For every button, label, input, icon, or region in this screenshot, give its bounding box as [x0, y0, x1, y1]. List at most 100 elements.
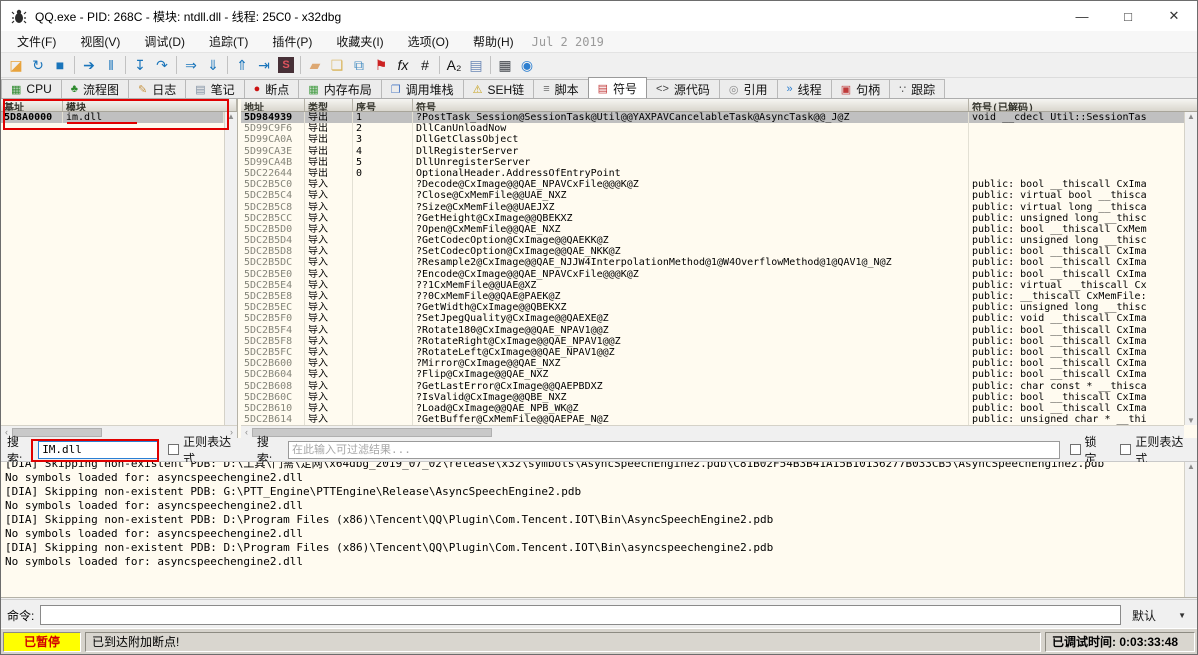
- step-over-icon[interactable]: ↷: [151, 55, 173, 75]
- minimize-button[interactable]: —: [1059, 1, 1105, 31]
- symbol-row[interactable]: 5DC2B5EC导入?GetWidth@CxImage@@QBEKXZpubli…: [241, 302, 1184, 313]
- scroll-left-icon[interactable]: ‹: [245, 427, 248, 437]
- menu-item-追踪T[interactable]: 追踪(T): [197, 32, 260, 52]
- symbol-row[interactable]: 5D99CA4B导出5DllUnregisterServer: [241, 157, 1184, 168]
- tab-SEH链[interactable]: ⚠SEH链: [463, 79, 535, 98]
- symbol-row[interactable]: 5DC2B5CC导入?GetHeight@CxImage@@QBEKXZpubl…: [241, 213, 1184, 224]
- tab-引用[interactable]: ◎引用: [719, 79, 778, 98]
- bookmark-icon[interactable]: ⚑: [370, 55, 392, 75]
- tab-CPU[interactable]: ▦CPU: [1, 79, 62, 98]
- symbols-col-address[interactable]: 地址: [241, 99, 305, 111]
- command-input[interactable]: [40, 605, 1121, 625]
- symbol-row[interactable]: 5DC2B5F4导入?Rotate180@CxImage@@QAE_NPAV1@…: [241, 325, 1184, 336]
- symbol-row[interactable]: 5DC2B600导入?Mirror@CxImage@@QAE_NXZpublic…: [241, 358, 1184, 369]
- symbol-row[interactable]: 5DC2B5FC导入?RotateLeft@CxImage@@QAE_NPAV1…: [241, 347, 1184, 358]
- symbol-row[interactable]: 5DC2B614导入?GetBuffer@CxMemFile@@QAEPAE_N…: [241, 414, 1184, 425]
- tab-句柄[interactable]: ▣句柄: [831, 79, 890, 98]
- step-into-icon[interactable]: ↧: [129, 55, 151, 75]
- symbol-decorated: public: unsigned long __thisc: [969, 235, 1184, 246]
- modules-col-module[interactable]: 模块: [63, 99, 237, 111]
- stop-icon[interactable]: ■: [49, 55, 71, 75]
- symbols-col-ordinal[interactable]: 序号: [353, 99, 413, 111]
- menu-item-视图V[interactable]: 视图(V): [68, 32, 132, 52]
- symbol-row[interactable]: 5DC2B610导入?Load@CxImage@@QAE_NPB_WK@Zpub…: [241, 403, 1184, 414]
- modules-icon[interactable]: ▤: [465, 55, 487, 75]
- search-input[interactable]: [38, 441, 158, 459]
- symbol-row[interactable]: 5DC2B5C0导入?Decode@CxImage@@QAE_NPAVCxFil…: [241, 179, 1184, 190]
- modules-vscrollbar[interactable]: ▲: [224, 112, 237, 425]
- symbol-row[interactable]: 5DC2B5D0导入?Open@CxMemFile@@QAE_NXZpublic…: [241, 224, 1184, 235]
- menu-item-调试D[interactable]: 调试(D): [132, 32, 197, 52]
- symbol-row[interactable]: 5DC2B5C4导入?Close@CxMemFile@@UAE_NXZpubli…: [241, 190, 1184, 201]
- symbol-row[interactable]: 5DC2B5D4导入?GetCodecOption@CxImage@@QAEKK…: [241, 235, 1184, 246]
- symbol-row[interactable]: 5D99C9F6导出2DllCanUnloadNow: [241, 123, 1184, 134]
- symbol-row[interactable]: 5D99CA3E导出4DllRegisterServer: [241, 146, 1184, 157]
- close-button[interactable]: ✕: [1151, 1, 1197, 31]
- menu-item-文件F[interactable]: 文件(F): [5, 32, 68, 52]
- scroll-thumb[interactable]: [252, 428, 492, 437]
- pause-icon[interactable]: ‖: [100, 55, 122, 75]
- symbol-row[interactable]: 5DC2B60C导入?IsValid@CxImage@@QBE_NXZpubli…: [241, 392, 1184, 403]
- run-to-user-code-icon[interactable]: ⇥: [253, 55, 275, 75]
- tab-笔记[interactable]: ▤笔记: [185, 79, 244, 98]
- module-row[interactable]: 5D8A0000im.dll: [1, 112, 224, 123]
- hash-icon[interactable]: #: [414, 55, 436, 75]
- tab-内存布局[interactable]: ▦内存布局: [298, 79, 381, 98]
- tab-符号[interactable]: ▤符号: [588, 77, 647, 98]
- symbol-row[interactable]: 5DC2B5D8导入?SetCodecOption@CxImage@@QAE_N…: [241, 246, 1184, 257]
- lock-checkbox[interactable]: [1070, 444, 1081, 455]
- run-icon[interactable]: ➔: [78, 55, 100, 75]
- symbol-row[interactable]: 5DC2B608导入?GetLastError@CxImage@@QAEPBDX…: [241, 381, 1184, 392]
- log-output[interactable]: [DIA] Skipping non-existent PDB: D:\工具\门…: [1, 462, 1197, 598]
- symbol-row[interactable]: 5DC2B5DC导入?Resample2@CxImage@@QAE_NJJW4I…: [241, 257, 1184, 268]
- menu-item-插件P[interactable]: 插件(P): [260, 32, 324, 52]
- tab-源代码[interactable]: <>源代码: [646, 79, 720, 98]
- label-icon[interactable]: ⧉: [348, 55, 370, 75]
- tab-日志[interactable]: ✎日志: [128, 79, 186, 98]
- patch-icon[interactable]: ▰: [304, 55, 326, 75]
- step-out-icon[interactable]: ⇑: [231, 55, 253, 75]
- symbols-col-symbol[interactable]: 符号: [413, 99, 969, 111]
- menu-item-收藏夹I[interactable]: 收藏夹(I): [324, 32, 395, 52]
- strings-icon[interactable]: A₂: [443, 55, 465, 75]
- maximize-button[interactable]: □: [1105, 1, 1151, 31]
- symbols-col-type[interactable]: 类型: [305, 99, 353, 111]
- globe-icon[interactable]: ◉: [516, 55, 538, 75]
- tab-跟踪[interactable]: ∵跟踪: [889, 79, 945, 98]
- tab-调用堆栈[interactable]: ❐调用堆栈: [381, 79, 464, 98]
- symbol-row[interactable]: 5D984939导出1?PostTask_Session@SessionTask…: [241, 112, 1184, 123]
- symbol-row[interactable]: 5DC2B5C8导入?Size@CxMemFile@@UAEJXZpublic:…: [241, 202, 1184, 213]
- symbol-row[interactable]: 5DC2B604导入?Flip@CxImage@@QAE_NXZpublic: …: [241, 369, 1184, 380]
- symbol-row[interactable]: 5DC2B5E8导入??0CxMemFile@@QAE@PAEK@Zpublic…: [241, 291, 1184, 302]
- symbol-row[interactable]: 5DC2B5E4导入??1CxMemFile@@UAE@XZpublic: vi…: [241, 280, 1184, 291]
- restart-icon[interactable]: ↻: [27, 55, 49, 75]
- run-to-cursor-icon[interactable]: ⇒: [180, 55, 202, 75]
- symbol-row[interactable]: 5D99CA0A导出3DllGetClassObject: [241, 134, 1184, 145]
- open-file-icon[interactable]: ◪: [5, 55, 27, 75]
- log-vscrollbar[interactable]: ▲: [1184, 462, 1197, 598]
- menu-item-帮助H[interactable]: 帮助(H): [461, 32, 526, 52]
- calculator-icon[interactable]: ▦: [494, 55, 516, 75]
- symbol-row[interactable]: 5DC2B5F8导入?RotateRight@CxImage@@QAE_NPAV…: [241, 336, 1184, 347]
- symbols-vscrollbar[interactable]: ▲▼: [1184, 112, 1197, 425]
- tab-流程图[interactable]: ♣流程图: [61, 79, 129, 98]
- symbol-row[interactable]: 5DC2B5E0导入?Encode@CxImage@@QAE_NPAVCxFil…: [241, 269, 1184, 280]
- comment-icon[interactable]: ❏: [326, 55, 348, 75]
- symbols-col-decorated[interactable]: 符号(已解码): [969, 99, 1197, 111]
- symbol-row[interactable]: 5DC2B5F0导入?SetJpegQuality@CxImage@@QAEXE…: [241, 313, 1184, 324]
- seh-chain-icon[interactable]: S: [278, 57, 294, 73]
- command-profile-dropdown[interactable]: 默认 ▼: [1127, 605, 1191, 625]
- symbols-hscrollbar[interactable]: ‹: [241, 425, 1184, 438]
- regex2-checkbox[interactable]: [1120, 444, 1131, 455]
- symbol-row[interactable]: 5DC22644导出0OptionalHeader.AddressOfEntry…: [241, 168, 1184, 179]
- tab-线程[interactable]: »线程: [777, 79, 832, 98]
- tab-脚本[interactable]: ≡脚本: [533, 79, 588, 98]
- regex-checkbox[interactable]: [168, 444, 179, 455]
- symbol-decorated: public: unsigned char * __thi: [969, 414, 1184, 425]
- function-icon[interactable]: fx: [392, 55, 414, 75]
- menu-item-选项O[interactable]: 选项(O): [396, 32, 461, 52]
- filter-input[interactable]: [288, 441, 1060, 459]
- modules-col-base[interactable]: 基址: [1, 99, 63, 111]
- execute-till-return-icon[interactable]: ⇓: [202, 55, 224, 75]
- tab-断点[interactable]: ●断点: [244, 79, 300, 98]
